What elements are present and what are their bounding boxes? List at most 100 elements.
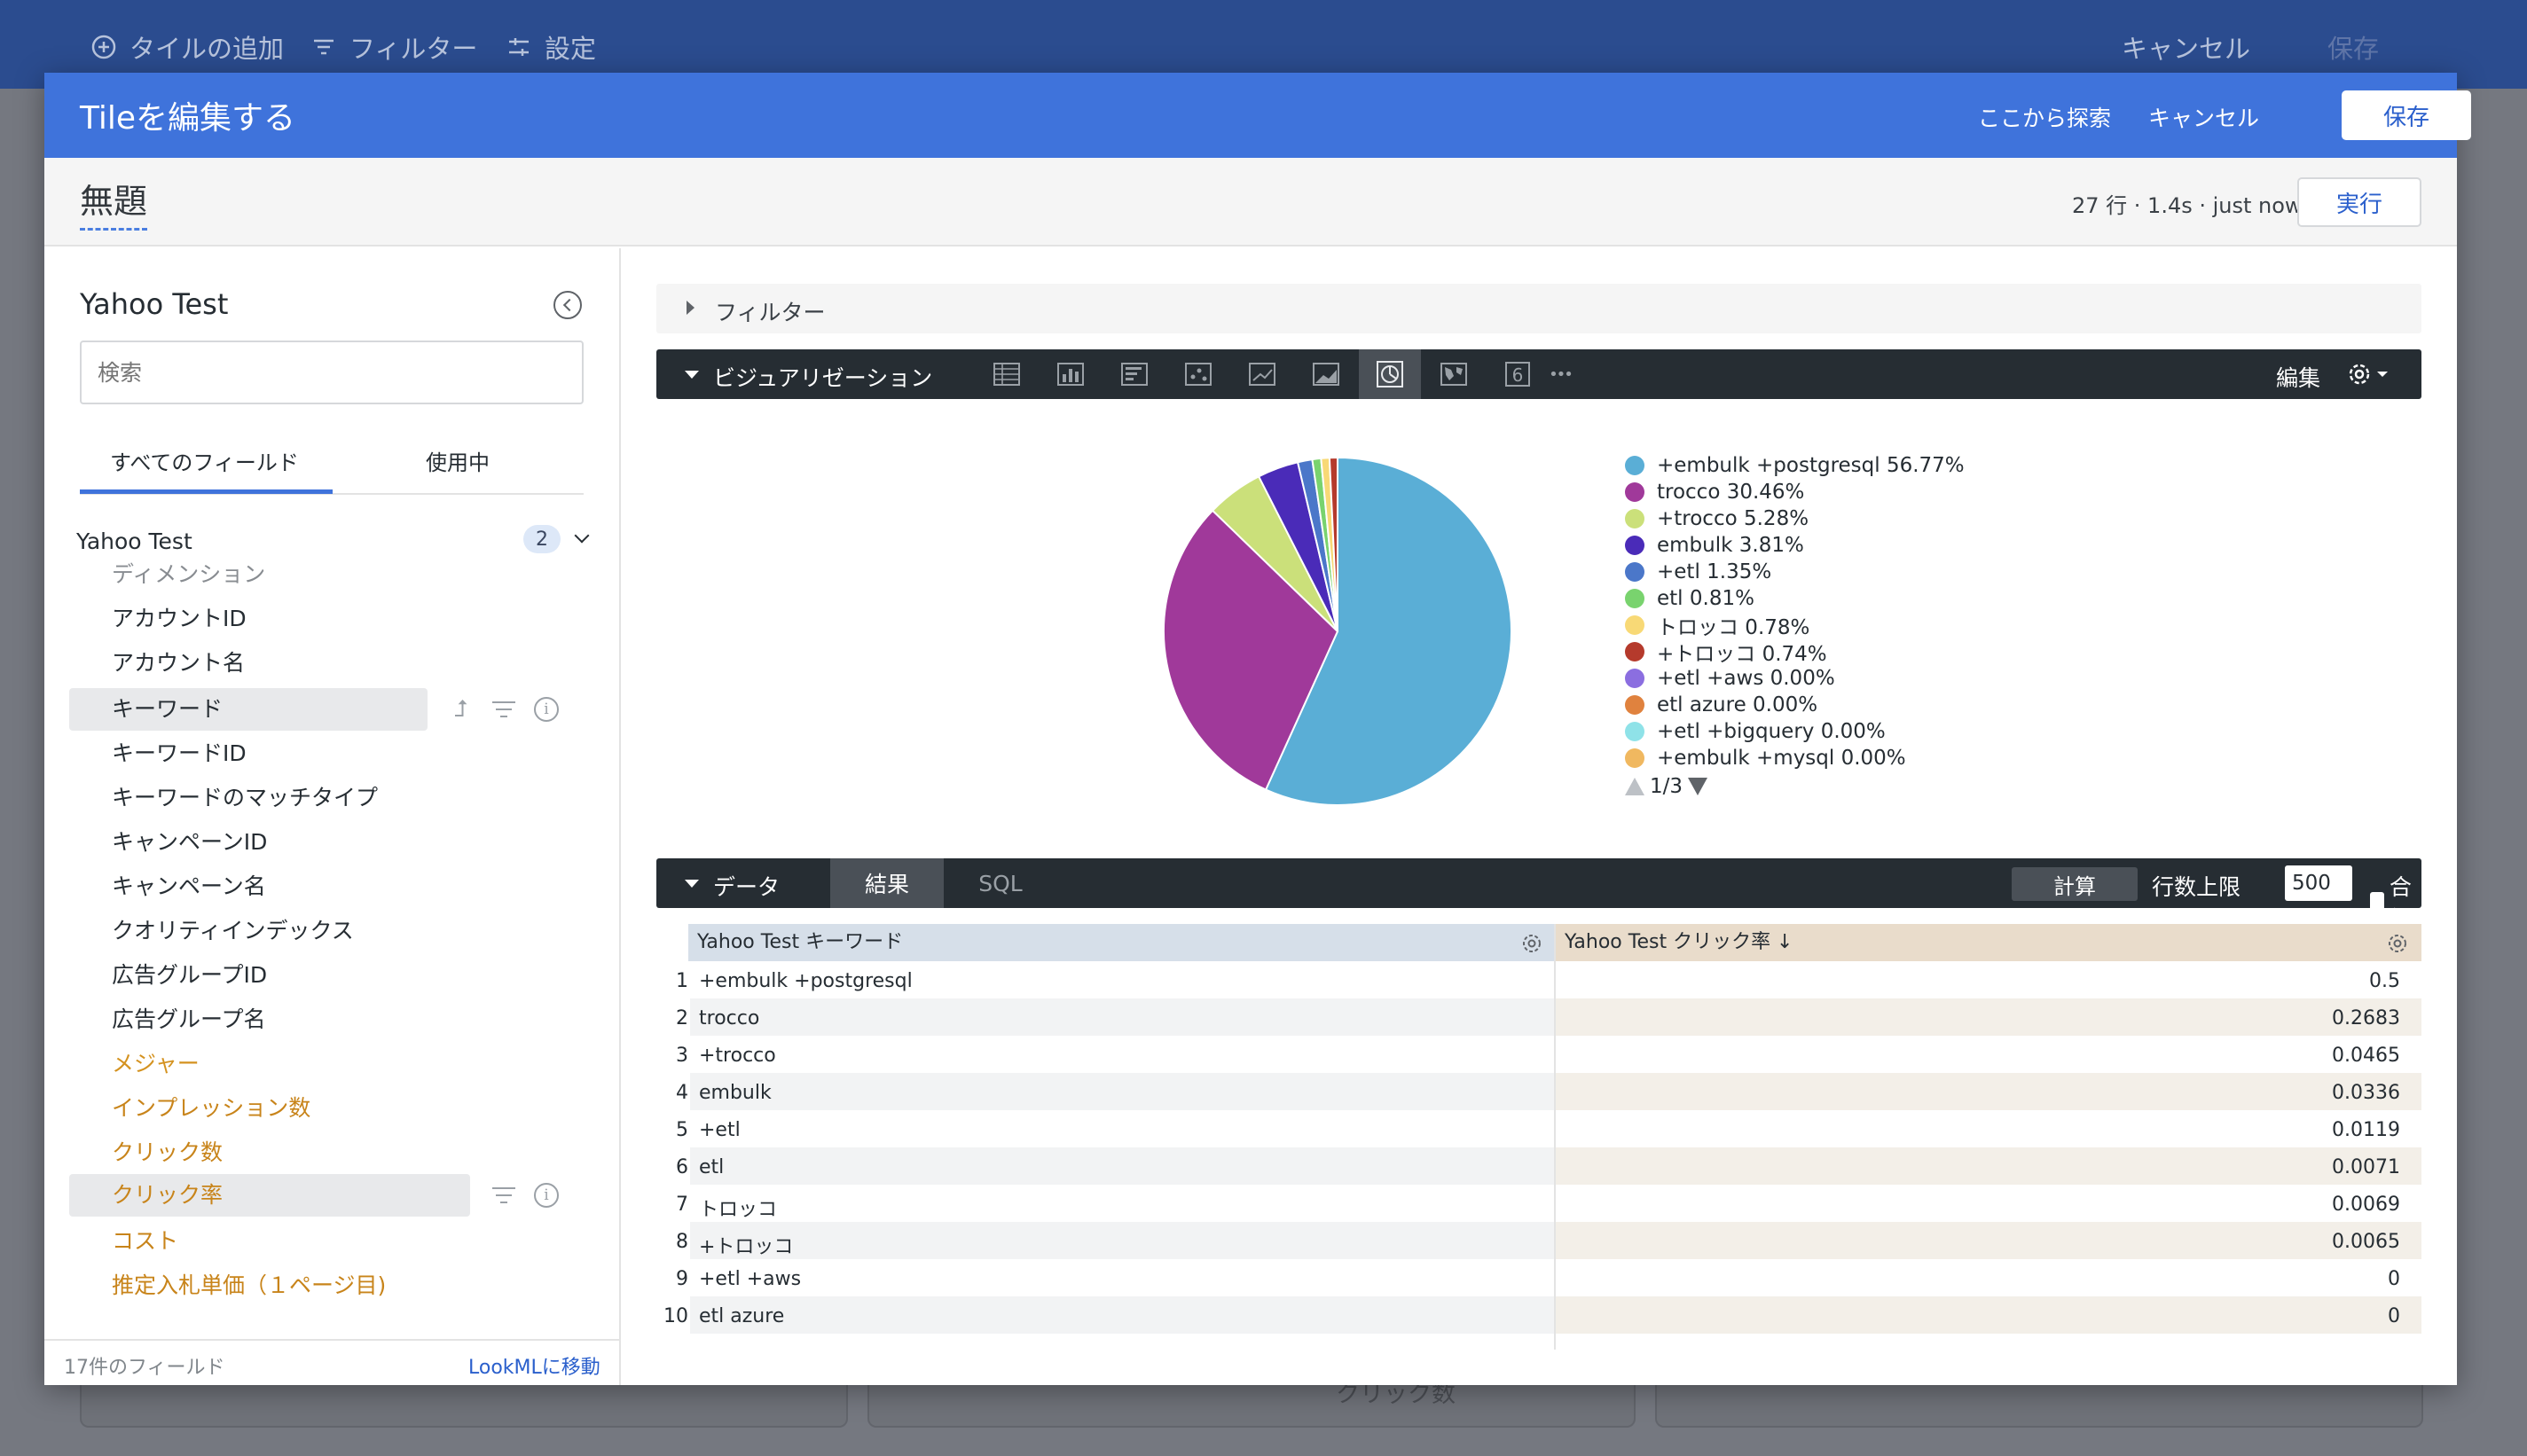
tile-title-input[interactable]: 無題 <box>80 174 148 231</box>
modal-save-button[interactable]: 保存 <box>2342 90 2471 140</box>
legend-item[interactable]: trocco 30.46% <box>1625 479 1804 505</box>
table-row[interactable]: 7 トロッコ 0.0069 <box>656 1185 2421 1222</box>
pivot-icon[interactable]: ⮥ <box>449 697 474 722</box>
legend-prev-icon[interactable] <box>1625 778 1644 795</box>
visualization-label[interactable]: ビジュアリゼーション <box>713 361 932 393</box>
field-campaign-id[interactable]: キャンペーンID <box>112 821 267 864</box>
keyword-cell[interactable]: +trocco <box>699 1045 776 1067</box>
field-keyword-id[interactable]: キーワードID <box>112 732 247 775</box>
legend-item[interactable]: トロッコ 0.78% <box>1625 612 1809 639</box>
info-icon[interactable]: i <box>534 1183 559 1208</box>
scatter-icon[interactable] <box>1167 349 1229 399</box>
field-adgroup-name[interactable]: 広告グループ名 <box>112 998 266 1041</box>
legend-item[interactable]: +etl 1.35% <box>1625 559 1771 585</box>
caret-down-icon[interactable] <box>685 371 699 379</box>
legend-item[interactable]: +etl +aws 0.00% <box>1625 665 1835 692</box>
column-icon[interactable] <box>1040 349 1102 399</box>
ctr-cell[interactable]: 0.0071 <box>2332 1156 2400 1178</box>
keyword-cell[interactable]: etl azure <box>699 1305 784 1327</box>
keyword-cell[interactable]: embulk <box>699 1082 772 1104</box>
table-row[interactable]: 8 +トロッコ 0.0065 <box>656 1222 2421 1259</box>
filter-icon[interactable] <box>491 1186 516 1205</box>
gear-icon[interactable] <box>2386 931 2409 954</box>
tab-sql[interactable]: SQL <box>944 858 1057 908</box>
pie-chart[interactable] <box>1151 445 1524 818</box>
info-icon[interactable]: i <box>534 697 559 722</box>
dashboard-settings-button[interactable]: 設定 <box>506 28 596 66</box>
bar-icon[interactable] <box>1103 349 1165 399</box>
area-icon[interactable] <box>1295 349 1357 399</box>
dashboard-save-button[interactable]: 保存 <box>2327 28 2379 66</box>
table-icon[interactable] <box>976 349 1038 399</box>
modal-cancel-link[interactable]: キャンセル <box>2148 101 2259 133</box>
field-ctr[interactable]: クリック率 <box>112 1174 223 1217</box>
table-row[interactable]: 5 +etl 0.0119 <box>656 1110 2421 1147</box>
ctr-cell[interactable]: 0.0065 <box>2332 1231 2400 1253</box>
keyword-cell[interactable]: etl <box>699 1156 724 1178</box>
ctr-cell[interactable]: 0.0465 <box>2332 1045 2400 1067</box>
field-impressions[interactable]: インプレッション数 <box>112 1087 310 1130</box>
ctr-cell[interactable]: 0 <box>2388 1305 2400 1327</box>
line-icon[interactable] <box>1231 349 1293 399</box>
column-header-ctr[interactable]: Yahoo Test クリック率 ↓ <box>1556 924 2421 961</box>
table-row[interactable]: 6 etl 0.0071 <box>656 1147 2421 1185</box>
go-to-lookml-link[interactable]: LookMLに移動 <box>468 1351 600 1380</box>
table-row[interactable]: 1 +embulk +postgresql 0.5 <box>656 961 2421 998</box>
ctr-cell[interactable]: 0 <box>2388 1268 2400 1290</box>
dashboard-cancel-button[interactable]: キャンセル <box>2122 28 2250 66</box>
viz-edit-button[interactable]: 編集 <box>2276 361 2320 393</box>
legend-item[interactable]: +etl +bigquery 0.00% <box>1625 718 1886 745</box>
table-row[interactable]: 10 etl azure 0 <box>656 1296 2421 1334</box>
keyword-cell[interactable]: +embulk +postgresql <box>699 970 913 992</box>
ctr-cell[interactable]: 0.0119 <box>2332 1119 2400 1141</box>
pie-icon[interactable] <box>1359 349 1421 399</box>
chevron-down-icon[interactable] <box>574 528 590 544</box>
explore-from-here-link[interactable]: ここから探索 <box>1978 101 2111 133</box>
field-keyword[interactable]: キーワード <box>112 688 223 731</box>
legend-item[interactable]: etl 0.81% <box>1625 585 1754 612</box>
legend-item[interactable]: etl azure 0.00% <box>1625 692 1817 718</box>
table-row[interactable]: 3 +trocco 0.0465 <box>656 1036 2421 1073</box>
legend-item[interactable]: +embulk +mysql 0.00% <box>1625 745 1906 771</box>
field-keyword-match-type[interactable]: キーワードのマッチタイプ <box>112 777 378 819</box>
tab-all-fields[interactable]: すべてのフィールド <box>110 445 299 476</box>
gear-icon[interactable] <box>2345 360 2388 388</box>
more-icon[interactable]: ••• <box>1538 349 1582 399</box>
run-button[interactable]: 実行 <box>2297 177 2421 227</box>
field-quality-index[interactable]: クオリティインデックス <box>112 910 354 952</box>
keyword-cell[interactable]: トロッコ <box>699 1194 777 1222</box>
checkbox-icon[interactable] <box>2370 892 2384 912</box>
field-est-bid[interactable]: 推定入札単価（１ページ目) <box>112 1264 386 1307</box>
ctr-cell[interactable]: 0.0069 <box>2332 1194 2400 1216</box>
add-tile-button[interactable]: タイルの追加 <box>90 28 284 66</box>
gear-icon[interactable] <box>1520 931 1543 954</box>
field-adgroup-id[interactable]: 広告グループID <box>112 954 267 997</box>
table-row[interactable]: 4 embulk 0.0336 <box>656 1073 2421 1110</box>
ctr-cell[interactable]: 0.0336 <box>2332 1082 2400 1104</box>
row-limit-input[interactable]: 500 <box>2285 865 2352 901</box>
map-icon[interactable] <box>1423 349 1485 399</box>
filter-icon[interactable] <box>491 700 516 719</box>
table-row[interactable]: 9 +etl +aws 0 <box>656 1259 2421 1296</box>
ctr-cell[interactable]: 0.2683 <box>2332 1007 2400 1029</box>
tab-in-use[interactable]: 使用中 <box>426 445 490 476</box>
legend-item[interactable]: +トロッコ 0.74% <box>1625 638 1827 666</box>
ctr-cell[interactable]: 0.5 <box>2369 970 2400 992</box>
field-clicks[interactable]: クリック数 <box>112 1131 223 1174</box>
keyword-cell[interactable]: +etl +aws <box>699 1268 801 1290</box>
keyword-cell[interactable]: +etl <box>699 1119 741 1141</box>
keyword-cell[interactable]: +トロッコ <box>699 1231 793 1259</box>
column-header-keyword[interactable]: Yahoo Test キーワード <box>688 924 1556 961</box>
field-search-input[interactable] <box>80 341 584 404</box>
collapse-panel-icon[interactable] <box>553 291 582 319</box>
legend-item[interactable]: embulk 3.81% <box>1625 532 1804 559</box>
keyword-cell[interactable]: trocco <box>699 1007 759 1029</box>
calculation-button[interactable]: 計算 <box>2012 867 2138 901</box>
caret-down-icon[interactable] <box>685 880 699 888</box>
view-group-label[interactable]: Yahoo Test <box>76 528 192 554</box>
tab-results[interactable]: 結果 <box>830 858 944 908</box>
filters-section-toggle[interactable]: フィルター <box>656 284 2421 333</box>
data-label[interactable]: データ <box>713 870 780 902</box>
table-row[interactable]: 2 trocco 0.2683 <box>656 998 2421 1036</box>
field-account-id[interactable]: アカウントID <box>112 598 247 640</box>
